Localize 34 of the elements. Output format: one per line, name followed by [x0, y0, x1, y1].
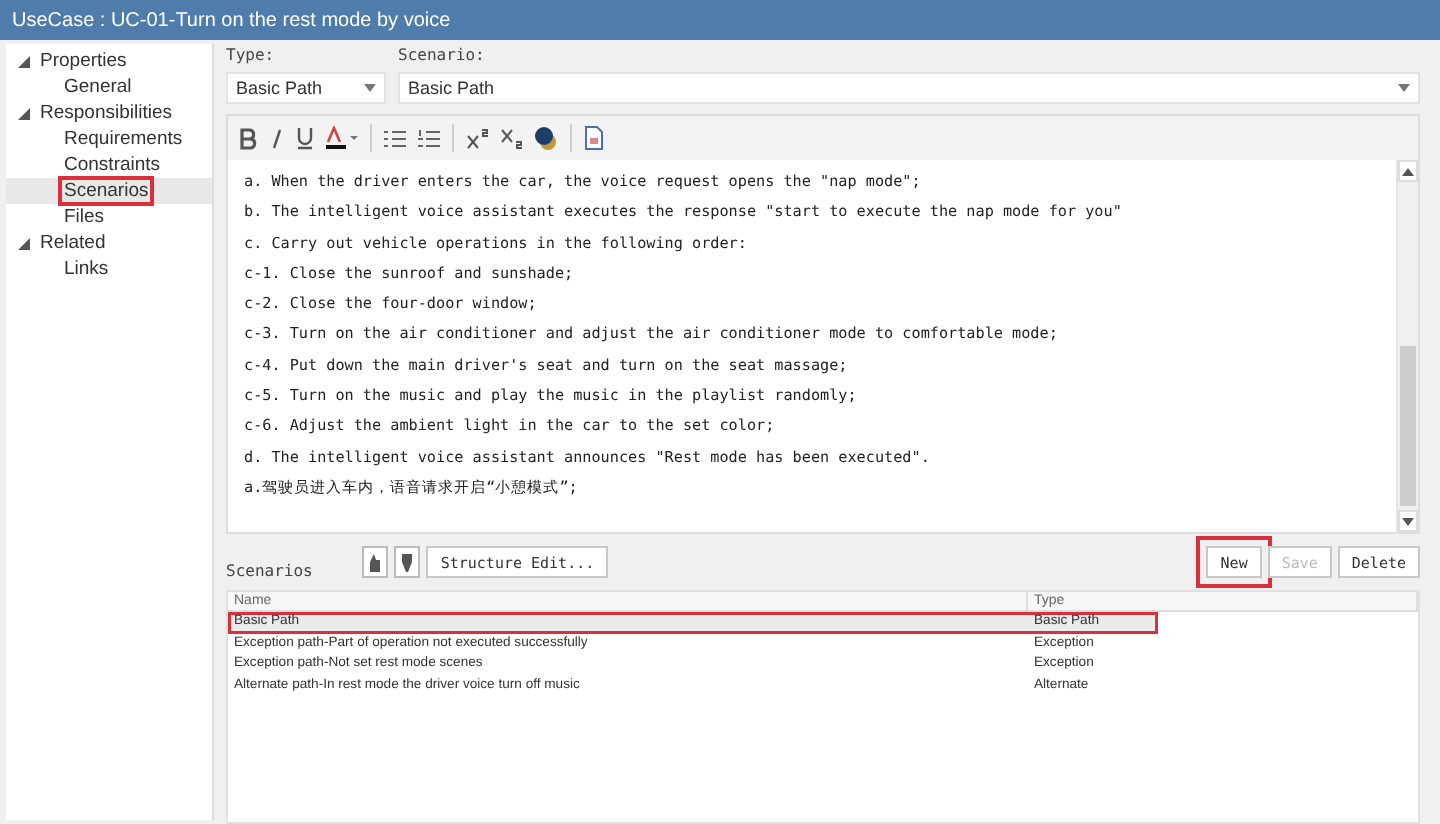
tree-item[interactable]: Related	[6, 230, 212, 256]
pen-icon[interactable]	[394, 546, 421, 578]
scrollbar[interactable]	[1396, 160, 1418, 532]
subscript-icon[interactable]	[500, 127, 522, 149]
caret-icon	[1398, 84, 1410, 92]
scroll-down-icon[interactable]	[1402, 517, 1414, 525]
caret-icon	[364, 84, 376, 92]
scroll-up-icon[interactable]	[1402, 167, 1414, 175]
tree-item[interactable]: Responsibilities	[6, 100, 212, 126]
expand-icon[interactable]	[18, 55, 30, 67]
bold-icon[interactable]	[240, 127, 258, 149]
tree-item[interactable]: Files	[6, 204, 212, 230]
type-dropdown[interactable]: Basic Path	[226, 72, 386, 104]
text-color-icon[interactable]	[326, 126, 358, 150]
window-title: UseCase : UC-01-Turn on the rest mode by voice	[0, 0, 1440, 40]
scenario-label: Scenario:	[398, 46, 487, 66]
expand-icon[interactable]	[18, 237, 30, 249]
numbered-list-icon[interactable]	[418, 127, 440, 149]
tree-item[interactable]: Requirements	[6, 126, 212, 152]
bullet-list-icon[interactable]	[384, 127, 406, 149]
tree-item[interactable]: Constraints	[6, 152, 212, 178]
expand-icon[interactable]	[18, 107, 30, 119]
italic-icon[interactable]	[270, 127, 284, 149]
document-icon[interactable]	[584, 126, 604, 150]
underline-icon[interactable]	[296, 126, 314, 150]
tree-item[interactable]: Properties	[6, 48, 212, 74]
scenarios-label: Scenarios	[226, 561, 313, 579]
tree-item[interactable]: Scenarios	[6, 178, 212, 204]
tree-item[interactable]: Links	[6, 256, 212, 282]
type-label: Type:	[226, 46, 277, 66]
scenario-dropdown[interactable]: Basic Path	[398, 72, 1420, 104]
hand-icon[interactable]	[362, 546, 389, 578]
tree-item[interactable]: General	[6, 74, 212, 100]
superscript-icon[interactable]	[466, 127, 488, 149]
